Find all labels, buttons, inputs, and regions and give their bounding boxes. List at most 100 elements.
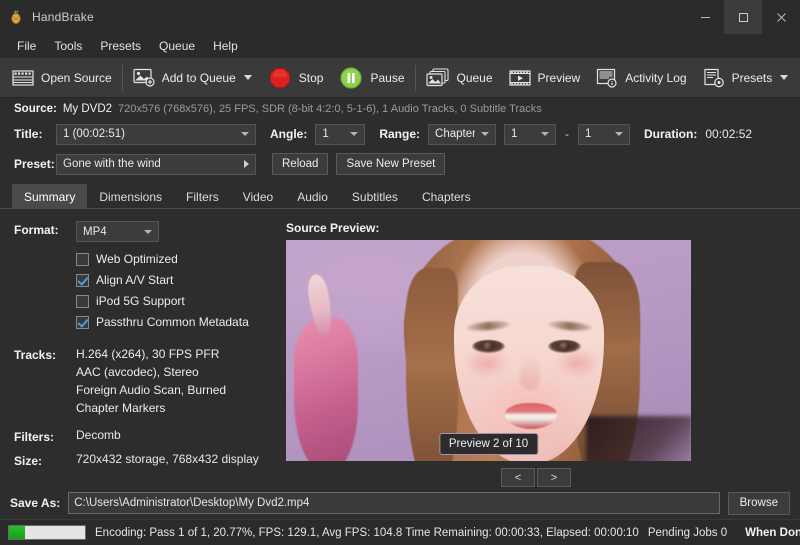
align-av-start-label: Align A/V Start [96, 273, 174, 287]
align-av-start-checkbox-row[interactable]: Align A/V Start [76, 271, 286, 289]
ipod-5g-support-checkbox-row[interactable]: iPod 5G Support [76, 292, 286, 310]
passthru-metadata-checkbox[interactable] [76, 315, 89, 329]
toolbar: Open Source Add to Queue Stop Pause Queu… [0, 58, 800, 98]
filters-value: Decomb [76, 428, 121, 442]
chevron-down-icon [541, 132, 550, 136]
track-item: AAC (avcodec), Stereo [76, 365, 199, 379]
chevron-down-icon [481, 132, 490, 136]
range-type-select[interactable]: Chapters [428, 123, 497, 145]
title-select[interactable]: 1 (00:02:51) [56, 123, 256, 145]
duration-value: 00:02:52 [705, 127, 753, 141]
preset-label: Preset: [14, 157, 55, 171]
pause-button[interactable]: Pause [331, 61, 412, 95]
save-as-label: Save As: [10, 496, 61, 510]
angle-select[interactable]: 1 [315, 123, 366, 145]
when-done-label: When Done: [745, 526, 800, 539]
tab-video[interactable]: Video [231, 184, 285, 209]
filters-label: Filters: [14, 430, 55, 444]
destination-path-value: C:\Users\Administrator\Desktop\My Dvd2.m… [74, 497, 310, 509]
tab-chapters[interactable]: Chapters [410, 184, 483, 209]
ipod-5g-support-checkbox[interactable] [76, 294, 89, 308]
angle-label: Angle: [270, 127, 308, 141]
stop-octagon-icon [268, 66, 292, 90]
reload-button[interactable]: Reload [272, 153, 329, 175]
format-select-value: MP4 [83, 225, 107, 238]
format-label: Format: [14, 223, 59, 237]
menu-presets[interactable]: Presets [91, 36, 150, 56]
add-to-queue-label: Add to Queue [161, 70, 236, 85]
tab-bar: Summary Dimensions Filters Video Audio S… [0, 183, 800, 209]
stop-button[interactable]: Stop [260, 61, 332, 95]
preview-counter-badge: Preview 2 of 10 [438, 433, 539, 455]
encode-progress-bar [8, 525, 86, 540]
preset-select[interactable]: Gone with the wind [56, 153, 256, 175]
tab-audio[interactable]: Audio [285, 184, 340, 209]
encode-status-text: Encoding: Pass 1 of 1, 20.77%, FPS: 129.… [95, 526, 639, 539]
pending-jobs-text: Pending Jobs 0 [647, 526, 728, 539]
destination-path-input[interactable]: C:\Users\Administrator\Desktop\My Dvd2.m… [68, 492, 720, 514]
tab-dimensions[interactable]: Dimensions [87, 184, 174, 209]
source-preview-image[interactable]: Preview 2 of 10 [286, 240, 691, 461]
menu-tools[interactable]: Tools [45, 36, 91, 56]
chevron-down-icon[interactable] [780, 75, 789, 80]
queue-stack-icon [425, 67, 450, 88]
preview-prev-button[interactable]: < [501, 468, 535, 487]
range-start-select[interactable]: 1 [504, 123, 557, 145]
close-button[interactable] [762, 0, 800, 34]
web-optimized-checkbox[interactable] [76, 252, 89, 266]
summary-tab-panel: Format: MP4 Web Optimized Align A/V Star… [0, 209, 800, 487]
format-options-row: Web Optimized Align A/V Start iPod 5G Su… [14, 250, 286, 334]
tab-summary[interactable]: Summary [12, 184, 88, 209]
duration-label: Duration: [644, 127, 698, 141]
passthru-metadata-label: Passthru Common Metadata [96, 315, 249, 329]
format-select[interactable]: MP4 [76, 221, 159, 242]
save-new-preset-button[interactable]: Save New Preset [336, 153, 446, 175]
range-start-value: 1 [511, 128, 518, 140]
tab-filters[interactable]: Filters [174, 184, 231, 209]
activity-log-button[interactable]: Activity Log [588, 61, 694, 95]
open-source-label: Open Source [41, 70, 112, 85]
preview-label: Preview [537, 70, 581, 85]
title-bar: HandBrake [0, 0, 800, 34]
window-title: HandBrake [32, 10, 94, 24]
pause-label: Pause [370, 70, 405, 85]
chevron-down-icon [144, 229, 152, 234]
title-select-value: 1 (00:02:51) [63, 128, 126, 140]
passthru-metadata-checkbox-row[interactable]: Passthru Common Metadata [76, 313, 286, 331]
preview-cheek-right [554, 348, 600, 378]
source-name: My DVD2 [62, 102, 113, 115]
range-separator: - [565, 127, 570, 141]
add-to-queue-button[interactable]: Add to Queue [125, 61, 260, 95]
preview-next-button[interactable]: > [537, 468, 571, 487]
preview-button[interactable]: Preview [501, 61, 589, 95]
minimize-button[interactable] [686, 0, 724, 34]
track-item: Chapter Markers [76, 401, 166, 415]
queue-button[interactable]: Queue [418, 61, 501, 95]
format-options-spacer [14, 250, 76, 334]
presets-button[interactable]: Presets [695, 61, 797, 95]
preview-shoulder [586, 416, 691, 461]
presets-gear-icon [703, 68, 725, 88]
browse-button[interactable]: Browse [727, 491, 790, 515]
range-type-value: Chapters [435, 128, 476, 140]
open-source-button[interactable]: Open Source [4, 61, 120, 95]
align-av-start-checkbox[interactable] [76, 273, 89, 287]
menu-queue[interactable]: Queue [150, 36, 204, 56]
size-value: 720x432 storage, 768x432 display [76, 452, 259, 466]
source-preview-title: Source Preview: [286, 221, 380, 235]
window-controls [686, 0, 800, 34]
menu-file[interactable]: File [8, 36, 45, 56]
source-label: Source: [14, 102, 57, 115]
menu-help[interactable]: Help [204, 36, 247, 56]
film-strip-icon [12, 69, 34, 87]
range-end-select[interactable]: 1 [578, 123, 631, 145]
tracks-label: Tracks: [14, 348, 57, 362]
tab-subtitles[interactable]: Subtitles [340, 184, 410, 209]
web-optimized-checkbox-row[interactable]: Web Optimized [76, 250, 286, 268]
track-item: Foreign Audio Scan, Burned [76, 383, 227, 397]
chevron-down-icon[interactable] [243, 75, 252, 80]
maximize-button[interactable] [724, 0, 762, 34]
ipod-5g-support-label: iPod 5G Support [96, 294, 185, 308]
tracks-row: Tracks: H.264 (x264), 30 FPS PFR AAC (av… [14, 346, 286, 418]
when-done-control[interactable]: When Done: Do nothing [745, 527, 800, 539]
